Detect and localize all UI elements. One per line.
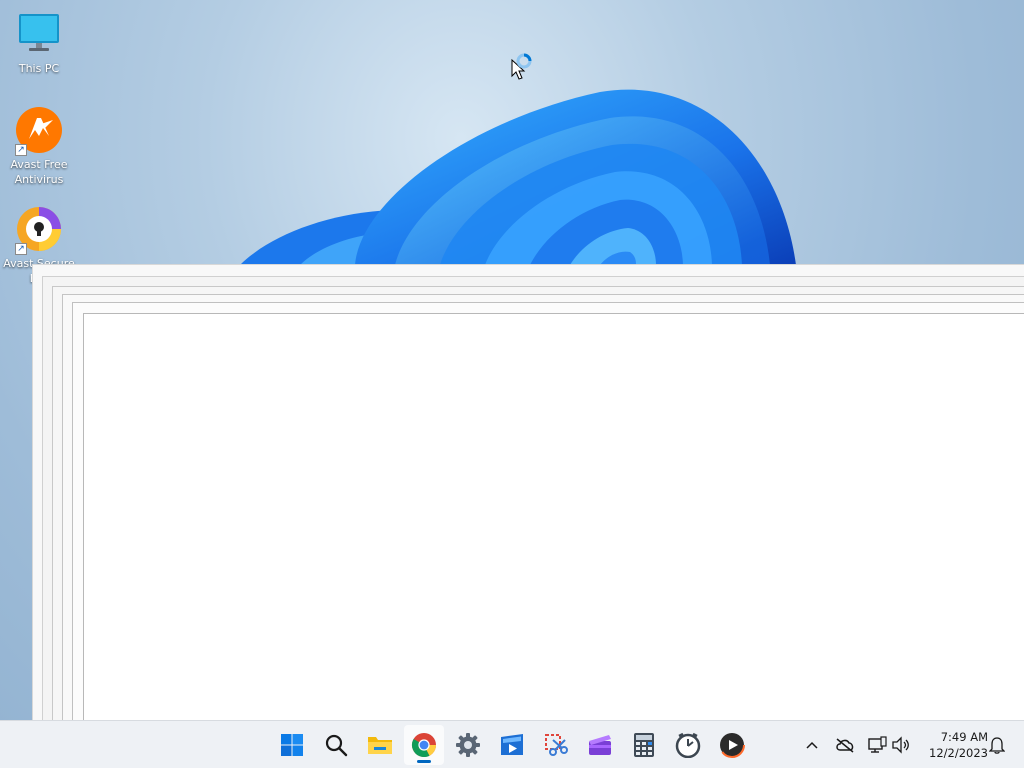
onedrive-tray-button[interactable] [833, 733, 857, 757]
start-button[interactable] [272, 725, 312, 765]
chevron-up-icon [806, 741, 818, 749]
cloud-off-icon [836, 738, 854, 753]
bell-icon [989, 737, 1005, 754]
play-icon [719, 732, 745, 758]
desktop-icon-this-pc[interactable]: This PC [1, 10, 77, 76]
windows-start-icon [281, 734, 303, 756]
speaker-icon [892, 736, 909, 754]
file-explorer-button[interactable] [360, 725, 400, 765]
busy-cursor-icon [511, 53, 532, 80]
shortcut-arrow-icon: ↗ [15, 243, 27, 255]
avast-icon: ↗ [15, 106, 63, 156]
desktop-icon-label: This PC [18, 62, 60, 75]
network-tray-button[interactable] [865, 733, 889, 757]
clock-date: 12/2/2023 [929, 746, 988, 760]
shortcut-arrow-icon: ↗ [15, 144, 27, 156]
clock-app-button[interactable] [668, 725, 708, 765]
folder-icon [368, 737, 392, 754]
avast-secure-browser-icon: ↗ [15, 205, 63, 255]
settings-button[interactable] [448, 725, 488, 765]
snipping-tool-button[interactable] [536, 725, 576, 765]
snipping-tool-icon [545, 734, 568, 756]
network-icon [868, 736, 887, 753]
monitor-icon [15, 10, 63, 58]
media-player-icon [501, 734, 523, 755]
notifications-button[interactable] [985, 733, 1009, 757]
volume-tray-button[interactable] [889, 733, 913, 757]
taskbar: 7:49 AM 12/2/2023 [0, 720, 1024, 768]
search-button[interactable] [316, 725, 356, 765]
search-icon [325, 734, 348, 757]
active-app-indicator [417, 760, 431, 763]
taskbar-clock[interactable]: 7:49 AM 12/2/2023 [920, 729, 988, 761]
show-hidden-icons-button[interactable] [800, 733, 824, 757]
calculator-icon [634, 733, 654, 757]
media-player-button[interactable] [492, 725, 532, 765]
gear-icon [456, 733, 480, 757]
clipchamp-icon [589, 735, 611, 755]
app-window-content[interactable] [83, 313, 1024, 733]
alarm-clock-icon [675, 732, 701, 758]
chrome-button[interactable] [404, 725, 444, 765]
clock-time: 7:49 AM [940, 730, 988, 744]
calculator-button[interactable] [624, 725, 664, 765]
clipchamp-button[interactable] [580, 725, 620, 765]
desktop-icon-label: Avast Free Antivirus [10, 158, 68, 186]
desktop-icon-avast-free-antivirus[interactable]: ↗ Avast Free Antivirus [1, 106, 77, 187]
player-button[interactable] [712, 725, 752, 765]
chrome-icon [411, 733, 437, 758]
